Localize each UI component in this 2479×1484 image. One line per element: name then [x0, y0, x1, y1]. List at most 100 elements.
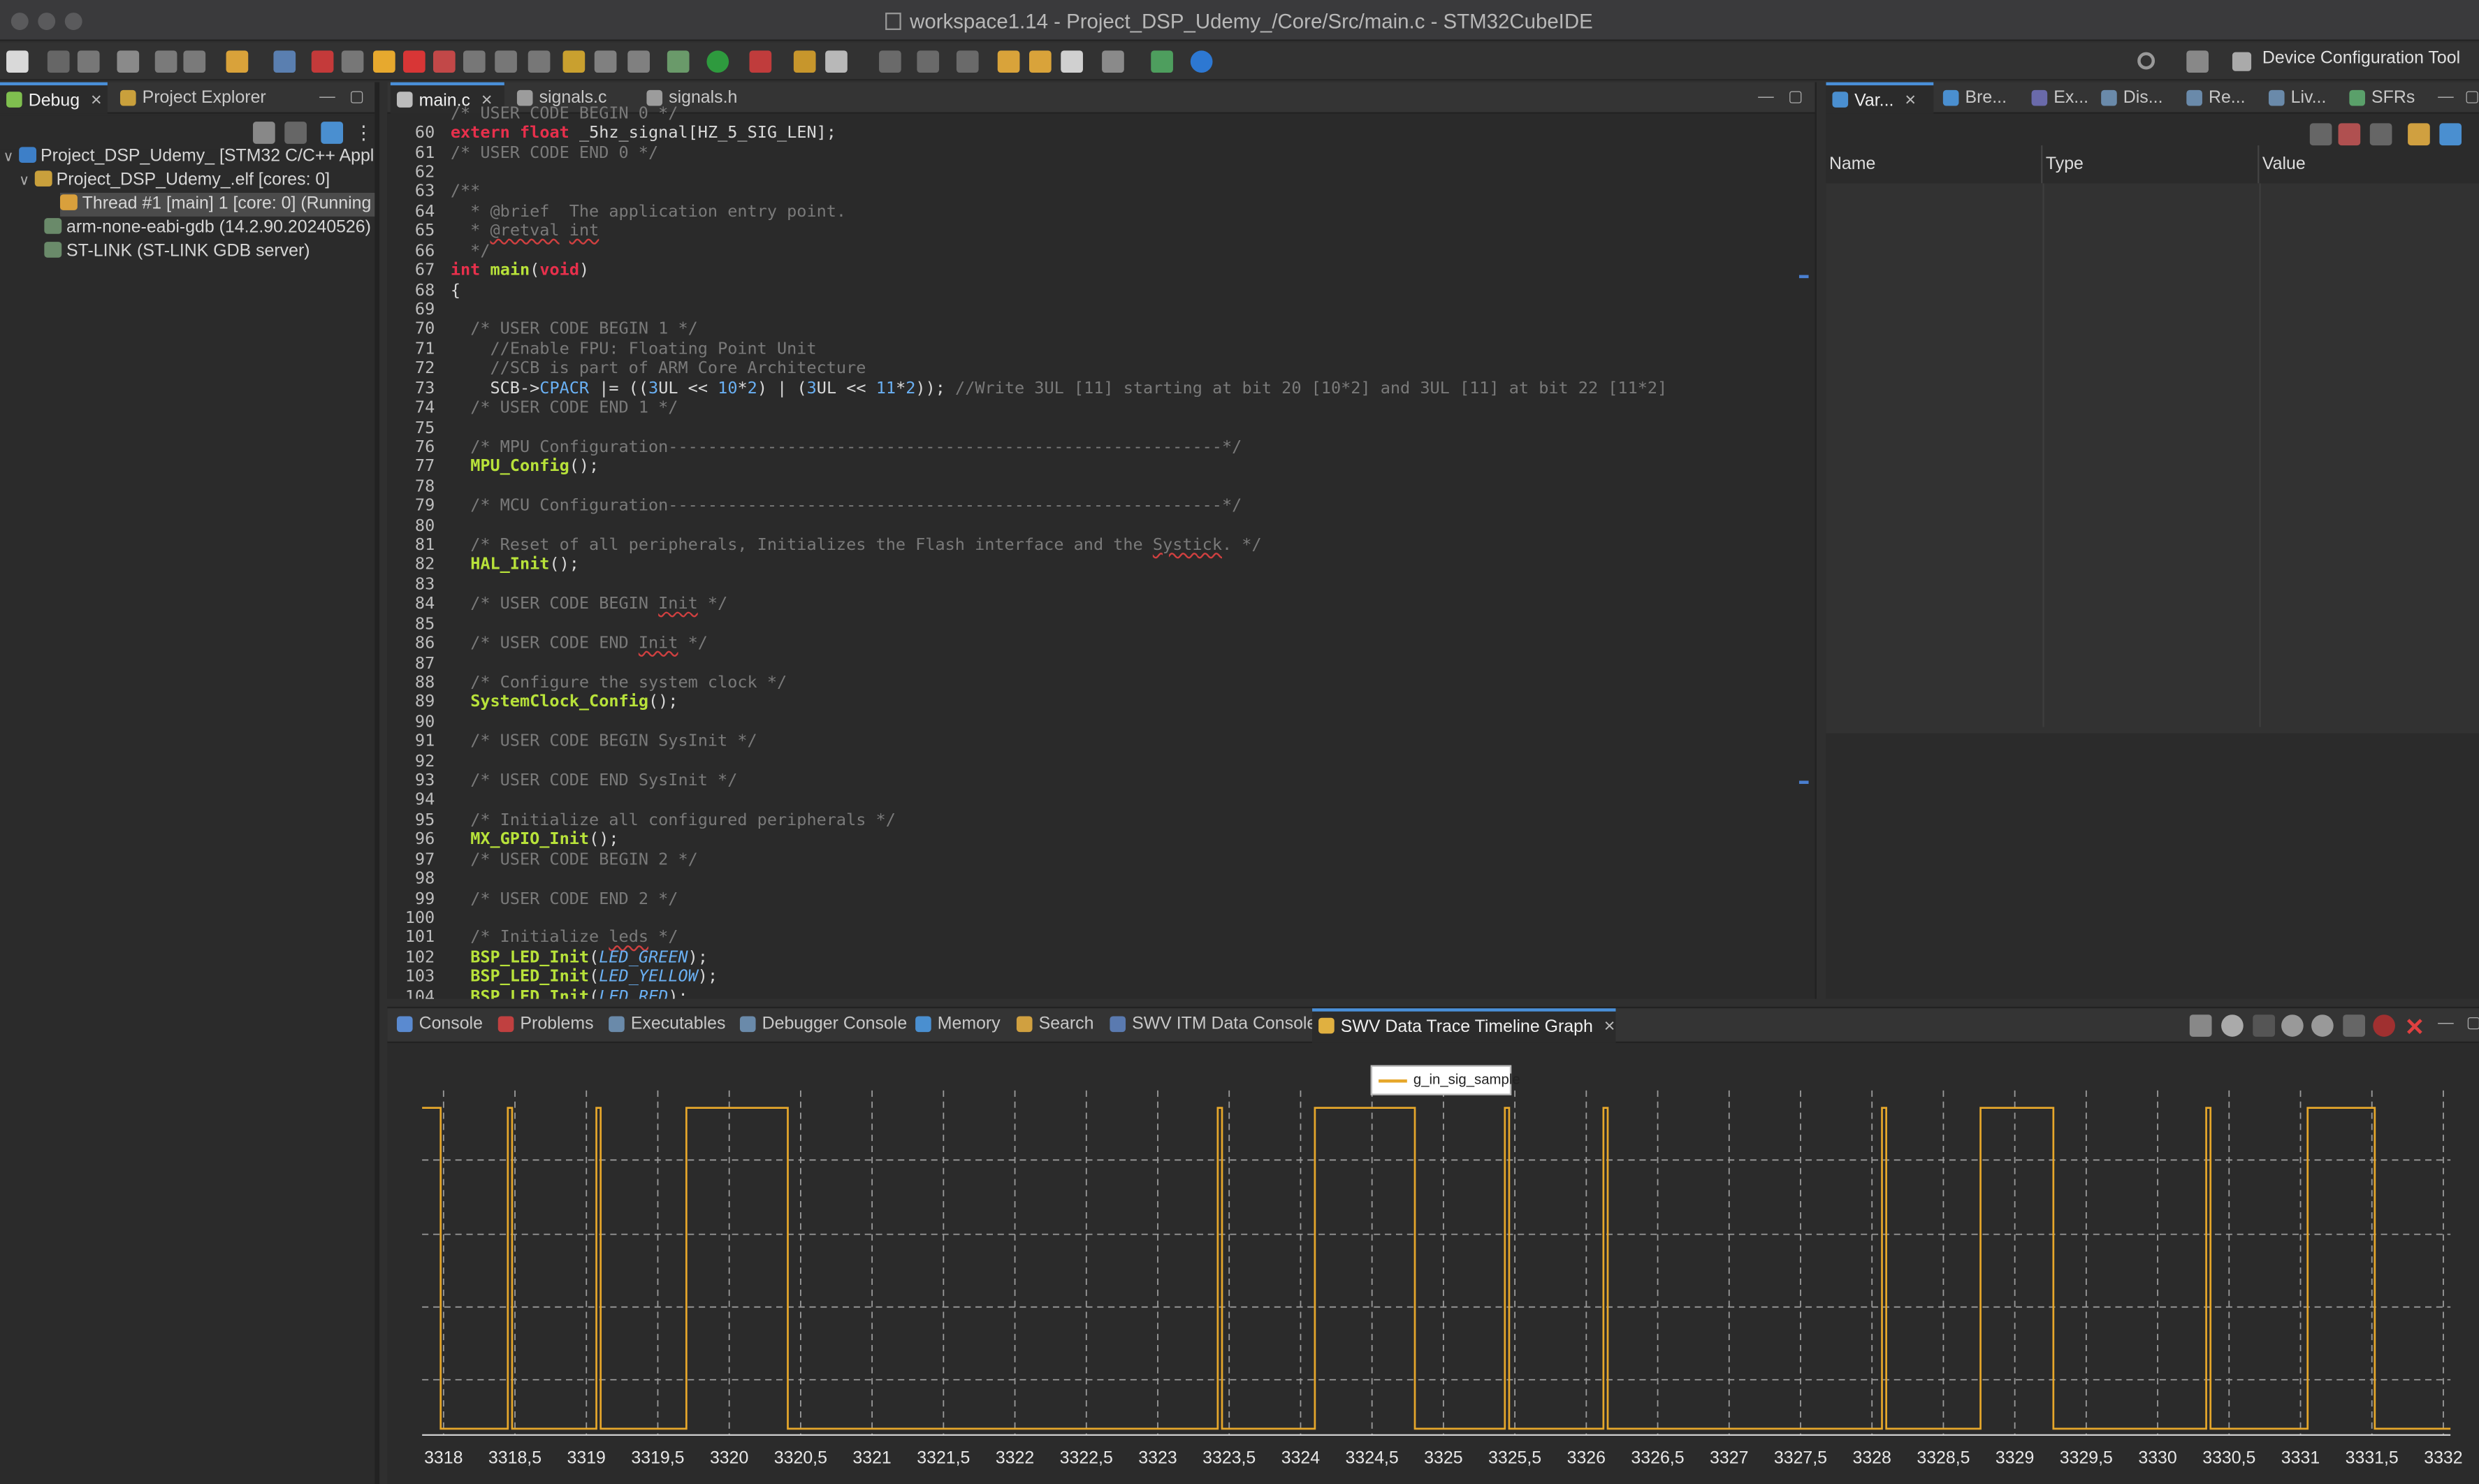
configure-trace-icon[interactable]: [2189, 1014, 2212, 1037]
variables-toolbar-icon[interactable]: [2439, 123, 2462, 146]
tab-debug[interactable]: Debug ×: [0, 82, 108, 114]
instruction-step-icon[interactable]: [562, 50, 586, 73]
step-return-icon[interactable]: [528, 50, 551, 73]
toolbar-icon-a[interactable]: [594, 50, 617, 73]
tab-breakpoints[interactable]: Bre...: [1937, 82, 2007, 114]
collapse-all-icon[interactable]: [253, 122, 275, 144]
device-config-tool-button[interactable]: Device Configuration Tool: [2262, 49, 2460, 68]
toolbar-icon-f[interactable]: [1151, 50, 1173, 73]
step-over-icon[interactable]: [495, 50, 517, 73]
tree-item-thread[interactable]: Thread #1 [main] 1 [core: 0] (Running : …: [59, 192, 375, 217]
tab-problems[interactable]: Problems: [492, 1008, 594, 1040]
toolbar-icon-d[interactable]: [917, 50, 940, 73]
code-line: MPU_Config();: [470, 457, 599, 477]
search-icon[interactable]: [2137, 52, 2156, 70]
line-number: 62: [414, 163, 435, 182]
undo-icon[interactable]: [154, 50, 177, 73]
refresh-icon[interactable]: [226, 50, 249, 73]
open-perspective-icon[interactable]: [2186, 50, 2209, 73]
timeline-graph[interactable]: g_in_sig_sample 3318 3318,5 3319 3319,5 3320…: [387, 1046, 2479, 1484]
variables-toolbar-icon[interactable]: [2309, 123, 2332, 146]
variables-toolbar-icon[interactable]: [2369, 123, 2392, 146]
open-folder-icon[interactable]: [793, 50, 816, 73]
info-icon[interactable]: [1190, 50, 1213, 73]
variables-table-body[interactable]: [1826, 183, 2479, 734]
debug-icon[interactable]: [749, 50, 772, 73]
run-icon[interactable]: [706, 50, 729, 73]
tab-project-explorer[interactable]: Project Explorer: [114, 82, 266, 114]
maximize-icon[interactable]: ▢: [2465, 89, 2479, 106]
minimize-icon[interactable]: —: [2438, 89, 2454, 106]
maximize-icon[interactable]: ▢: [2466, 1014, 2479, 1032]
link-with-editor-icon[interactable]: [321, 122, 344, 144]
back-icon[interactable]: [1061, 50, 1083, 73]
tab-debugger-console[interactable]: Debugger Console: [734, 1008, 907, 1040]
view-menu-icon[interactable]: ⋮: [354, 122, 375, 144]
zoom-out-icon[interactable]: [2311, 1014, 2334, 1037]
x-tick-label: 3321,5: [917, 1449, 970, 1469]
column-header-type[interactable]: Type: [2042, 145, 2260, 184]
tree-item-elf[interactable]: ∨ Project_DSP_Udemy_.elf [cores: 0]: [19, 169, 330, 193]
terminate-icon[interactable]: [402, 50, 426, 73]
build-icon[interactable]: [117, 50, 140, 73]
close-icon[interactable]: ×: [1905, 85, 1916, 114]
resume-icon[interactable]: [341, 50, 364, 73]
new-icon[interactable]: [6, 50, 29, 73]
zoom-in-icon[interactable]: [2281, 1014, 2304, 1037]
tab-sfrs[interactable]: SFRs: [2343, 82, 2415, 114]
x-tick-label: 3327: [1710, 1449, 1749, 1469]
tab-variables[interactable]: Var... ×: [1826, 82, 1934, 114]
column-header-value[interactable]: Value: [2259, 145, 2479, 183]
tab-expressions[interactable]: Ex...: [2026, 82, 2088, 114]
tab-memory[interactable]: Memory: [909, 1008, 1001, 1040]
remove-terminated-icon[interactable]: [284, 122, 307, 144]
tab-console[interactable]: Console: [391, 1008, 483, 1040]
close-icon[interactable]: ×: [1604, 1012, 1615, 1040]
tab-search[interactable]: Search: [1010, 1008, 1093, 1040]
toolbar-icon-e[interactable]: [956, 50, 979, 73]
tab-swv-timeline-graph[interactable]: SWV Data Trace Timeline Graph ×: [1312, 1008, 1615, 1043]
minimize-icon[interactable]: —: [2438, 1014, 2454, 1032]
save-icon[interactable]: [47, 50, 70, 73]
column-header-name[interactable]: Name: [1826, 145, 2043, 184]
clear-icon[interactable]: ✕: [2405, 1013, 2427, 1041]
tab-swv-itm-console[interactable]: SWV ITM Data Console: [1103, 1008, 1316, 1040]
tab-disassembly[interactable]: Dis...: [2095, 82, 2163, 114]
code-line: /* MPU Configuration--------------------…: [470, 437, 1242, 457]
variables-toolbar-icon[interactable]: [2338, 123, 2361, 146]
record-icon[interactable]: [2373, 1014, 2395, 1037]
maximize-icon[interactable]: ▢: [349, 89, 364, 106]
search-toolbar-icon[interactable]: [273, 50, 296, 73]
toolbar-icon-b[interactable]: [627, 50, 650, 73]
suspend-icon[interactable]: [372, 50, 395, 73]
code-area[interactable]: 60 61 62 63 64 65 66 67 68 69 70 71 72 73 74 75 76 77 78 79…: [387, 104, 1815, 999]
prev-annotation-icon[interactable]: [997, 50, 1020, 73]
tab-live-expressions[interactable]: Liv...: [2262, 82, 2326, 114]
tree-item-stlink[interactable]: ST-LINK (ST-LINK GDB server): [44, 240, 310, 264]
maximize-icon[interactable]: ▢: [1788, 89, 1803, 106]
tree-item-gdb[interactable]: arm-none-eabi-gdb (14.2.90.20240526): [44, 217, 371, 240]
settings-icon[interactable]: [2221, 1014, 2244, 1037]
tab-registers[interactable]: Re...: [2180, 82, 2246, 114]
skip-breakpoints-icon[interactable]: [311, 50, 334, 73]
forward-icon[interactable]: [1102, 50, 1124, 73]
minimize-icon[interactable]: —: [1758, 89, 1774, 106]
variables-toolbar-icon[interactable]: [2408, 123, 2430, 146]
step-into-icon[interactable]: [463, 50, 486, 73]
line-number: 97: [414, 850, 435, 869]
disconnect-icon[interactable]: [432, 50, 456, 73]
tree-item-project[interactable]: ∨ Project_DSP_Udemy_ [STM32 C/C++ Applic…: [3, 145, 375, 169]
toolbar-icon-g[interactable]: [2253, 1014, 2276, 1037]
toolbar-icon-c[interactable]: [879, 50, 901, 73]
wrench-icon[interactable]: [2343, 1014, 2365, 1037]
pen-icon[interactable]: [825, 50, 848, 73]
line-number: 104: [405, 987, 435, 999]
save-all-icon[interactable]: [77, 50, 100, 73]
minimize-icon[interactable]: —: [319, 89, 335, 106]
x-tick-label: 3319: [567, 1449, 606, 1469]
next-annotation-icon[interactable]: [1029, 50, 1052, 73]
redo-icon[interactable]: [183, 50, 206, 73]
debug-config-icon[interactable]: [667, 50, 690, 73]
tab-executables[interactable]: Executables: [602, 1008, 725, 1040]
close-icon[interactable]: ×: [91, 85, 102, 114]
